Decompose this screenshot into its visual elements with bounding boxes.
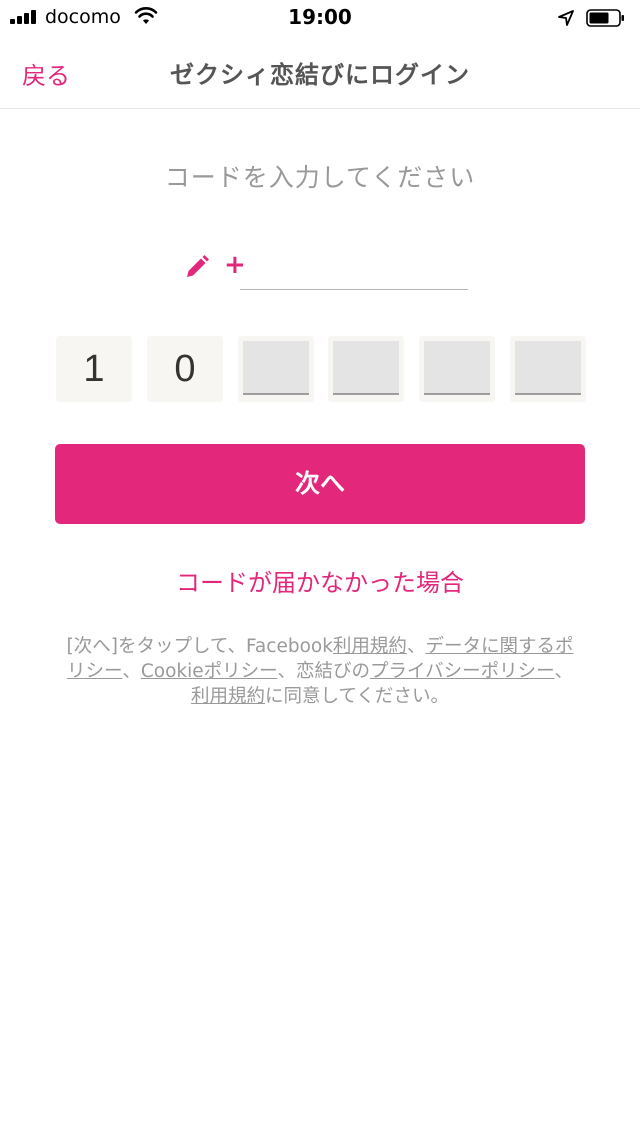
code-digit-6[interactable] xyxy=(510,336,586,402)
pencil-icon xyxy=(187,255,209,277)
navigation-bar: 戻る ゼクシィ恋結びにログイン xyxy=(0,36,640,109)
terms-notice: [次へ]をタップして、Facebook利用規約、データに関するポリシー、Cook… xyxy=(60,634,580,709)
code-digit-4[interactable] xyxy=(328,336,404,402)
terms-text-3: 、 xyxy=(122,661,141,682)
code-not-received-link[interactable]: コードが届かなかった場合 xyxy=(0,563,640,598)
next-button[interactable]: 次へ xyxy=(55,444,585,524)
phone-number-row: + xyxy=(0,248,640,294)
terms-text-6: に同意してください。 xyxy=(265,686,449,707)
code-digit-1[interactable]: 1 xyxy=(56,336,132,402)
code-digit-5[interactable] xyxy=(419,336,495,402)
terms-of-use-link[interactable]: 利用規約 xyxy=(191,686,265,707)
terms-text-1: [次へ]をタップして、Facebook xyxy=(66,636,333,657)
cookie-policy-link[interactable]: Cookieポリシー xyxy=(141,661,278,682)
status-time: 19:00 xyxy=(288,5,352,29)
page-title: ゼクシィ恋結びにログイン xyxy=(170,61,470,89)
facebook-terms-link[interactable]: 利用規約 xyxy=(333,636,407,657)
verification-code-boxes: 1 0 xyxy=(0,336,640,402)
code-digit-2[interactable]: 0 xyxy=(147,336,223,402)
privacy-policy-link[interactable]: プライバシーポリシー xyxy=(370,661,554,682)
code-digit-3[interactable] xyxy=(238,336,314,402)
battery-icon xyxy=(586,9,624,27)
phone-number-input[interactable] xyxy=(240,248,468,290)
terms-text-2: 、 xyxy=(406,636,426,657)
terms-text-4: 、恋結びの xyxy=(277,661,370,682)
status-bar: docomo 19:00 xyxy=(0,0,640,36)
terms-text-5: 、 xyxy=(554,661,573,682)
instruction-text: コードを入力してください xyxy=(164,163,476,192)
location-arrow-icon xyxy=(558,10,574,26)
